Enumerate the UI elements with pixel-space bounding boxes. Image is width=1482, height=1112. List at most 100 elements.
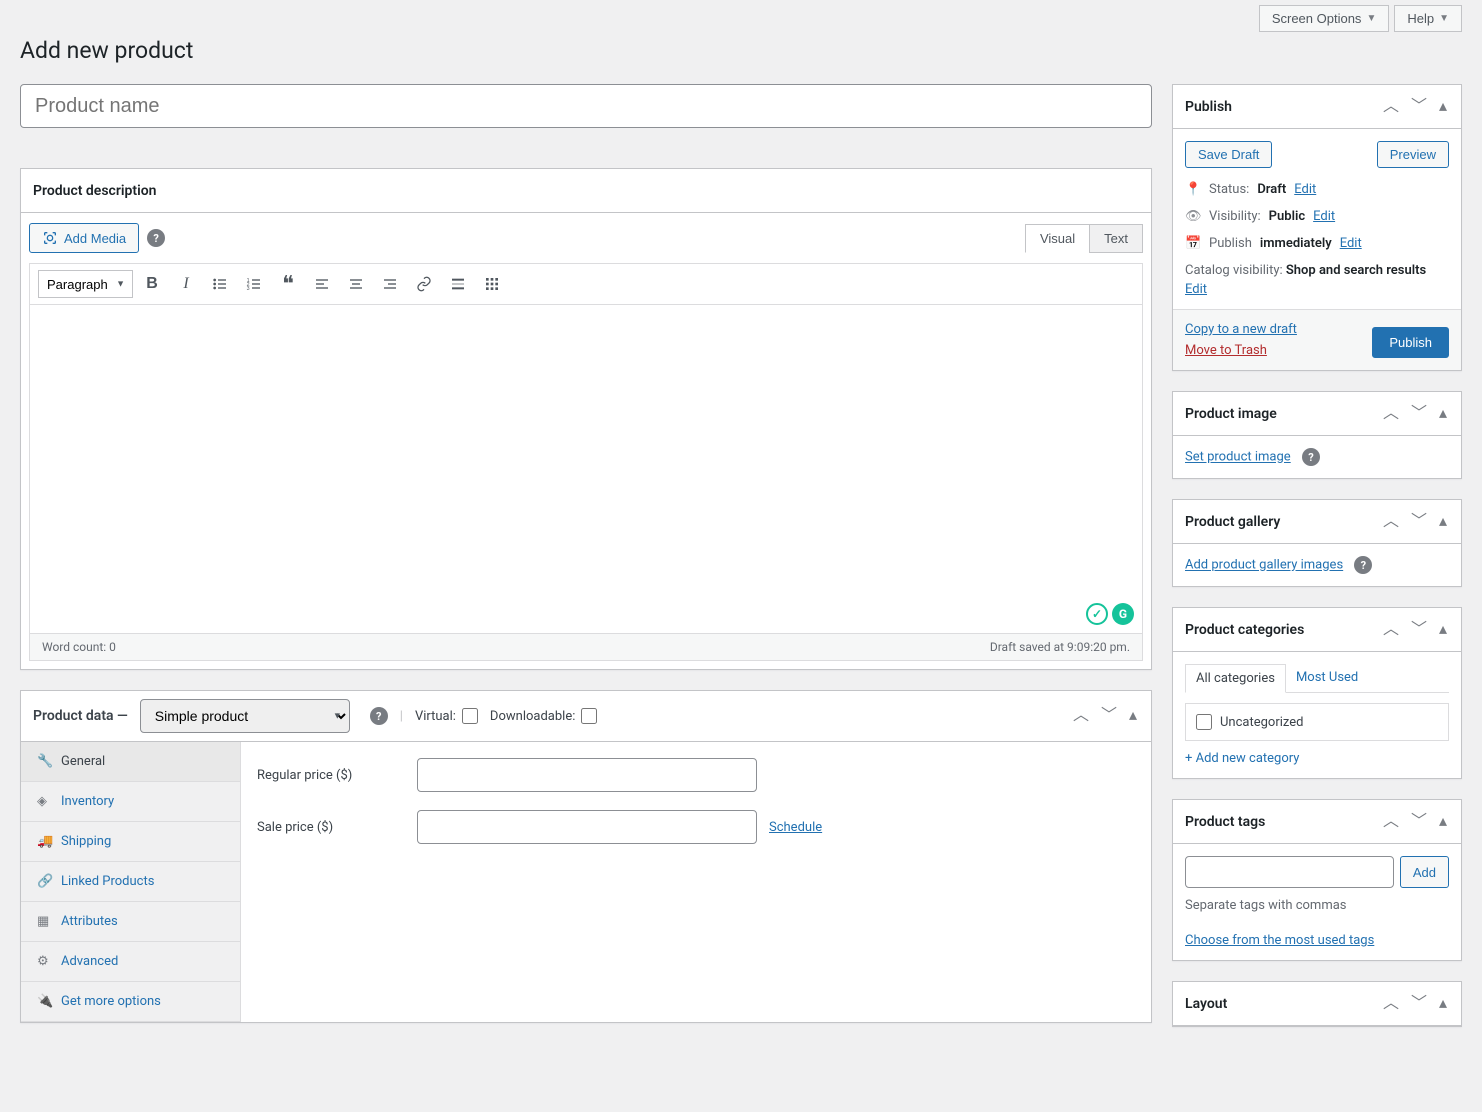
category-tab-all[interactable]: All categories [1185, 664, 1286, 693]
inventory-icon: ◈ [37, 794, 51, 809]
panel-up-button[interactable]: ︿ [1381, 404, 1401, 424]
editor-tab-text[interactable]: Text [1089, 224, 1143, 253]
draft-saved-text: Draft saved at 9:09:20 pm. [990, 640, 1130, 654]
choose-used-tags-link[interactable]: Choose from the most used tags [1185, 933, 1374, 948]
pd-tab-inventory[interactable]: ◈Inventory [21, 782, 240, 822]
schedule-link[interactable]: Schedule [769, 820, 822, 835]
downloadable-checkbox[interactable] [581, 708, 597, 724]
link-icon [416, 276, 432, 292]
virtual-checkbox-label[interactable]: Virtual: [415, 708, 478, 724]
bold-button[interactable]: B [137, 270, 167, 298]
panel-up-button[interactable]: ︿ [1381, 812, 1401, 832]
edit-publish-date-link[interactable]: Edit [1340, 236, 1362, 251]
layout-title: Layout [1185, 996, 1227, 1012]
align-left-button[interactable] [307, 270, 337, 298]
copy-draft-link[interactable]: Copy to a new draft [1185, 322, 1297, 337]
category-tab-most-used[interactable]: Most Used [1286, 664, 1368, 692]
panel-toggle-button[interactable]: ▴ [1437, 97, 1449, 117]
panel-toggle-button[interactable]: ▴ [1437, 404, 1449, 424]
help-icon[interactable]: ? [1302, 448, 1320, 466]
panel-up-button[interactable]: ︿ [1071, 706, 1091, 726]
panel-down-button[interactable]: ﹀ [1409, 97, 1429, 117]
align-right-button[interactable] [375, 270, 405, 298]
screen-options-button[interactable]: Screen Options▼ [1259, 5, 1390, 32]
italic-button[interactable]: I [171, 270, 201, 298]
editor-toolbar: Paragraph B I 123 ❝ [29, 263, 1143, 304]
link-icon: 🔗 [37, 874, 51, 889]
panel-toggle-button[interactable]: ▴ [1437, 620, 1449, 640]
edit-status-link[interactable]: Edit [1294, 182, 1316, 197]
panel-down-button[interactable]: ﹀ [1409, 512, 1429, 532]
align-center-button[interactable] [341, 270, 371, 298]
caret-down-icon: ▼ [1366, 13, 1376, 24]
word-count: Word count: 0 [42, 640, 116, 654]
help-button[interactable]: Help▼ [1394, 5, 1462, 32]
add-tag-button[interactable]: Add [1400, 856, 1449, 888]
numbered-list-button[interactable]: 123 [239, 270, 269, 298]
set-product-image-link[interactable]: Set product image [1185, 450, 1291, 465]
edit-visibility-link[interactable]: Edit [1313, 209, 1335, 224]
save-draft-button[interactable]: Save Draft [1185, 141, 1272, 168]
sale-price-input[interactable] [417, 810, 757, 844]
pd-tab-linked[interactable]: 🔗Linked Products [21, 862, 240, 902]
product-name-input[interactable] [20, 84, 1152, 128]
move-to-trash-link[interactable]: Move to Trash [1185, 343, 1297, 358]
editor-tab-visual[interactable]: Visual [1025, 224, 1090, 253]
link-button[interactable] [409, 270, 439, 298]
blockquote-button[interactable]: ❝ [273, 270, 303, 298]
plugin-icon: 🔌 [37, 994, 51, 1009]
add-media-button[interactable]: Add Media [29, 223, 139, 253]
pin-icon: 📍 [1185, 182, 1201, 197]
panel-down-button[interactable]: ﹀ [1409, 994, 1429, 1014]
panel-toggle-button[interactable]: ▴ [1127, 706, 1139, 726]
read-more-button[interactable] [443, 270, 473, 298]
help-icon[interactable]: ? [370, 707, 388, 725]
add-new-category-link[interactable]: + Add new category [1185, 751, 1299, 766]
help-label: Help [1407, 11, 1434, 26]
panel-down-button[interactable]: ﹀ [1409, 404, 1429, 424]
toolbar-toggle-button[interactable] [477, 270, 507, 298]
bullet-list-button[interactable] [205, 270, 235, 298]
tag-input[interactable] [1185, 856, 1394, 888]
add-gallery-images-link[interactable]: Add product gallery images [1185, 558, 1343, 573]
panel-up-button[interactable]: ︿ [1381, 512, 1401, 532]
numbered-list-icon: 123 [246, 276, 262, 292]
panel-toggle-button[interactable]: ▴ [1437, 994, 1449, 1014]
product-type-select[interactable]: Simple product [140, 699, 350, 733]
panel-up-button[interactable]: ︿ [1381, 994, 1401, 1014]
pd-tab-advanced[interactable]: ⚙Advanced [21, 942, 240, 982]
calendar-icon: 📅 [1185, 236, 1201, 251]
publish-button[interactable]: Publish [1372, 327, 1449, 358]
regular-price-input[interactable] [417, 758, 757, 792]
pd-tab-more[interactable]: 🔌Get more options [21, 982, 240, 1022]
panel-toggle-button[interactable]: ▴ [1437, 812, 1449, 832]
help-icon[interactable]: ? [1354, 556, 1372, 574]
editor-textarea[interactable]: ✓ G [29, 304, 1143, 634]
product-tags-title: Product tags [1185, 814, 1265, 830]
page-title: Add new product [20, 37, 1462, 64]
format-select[interactable]: Paragraph [38, 270, 133, 298]
edit-catalog-link[interactable]: Edit [1185, 282, 1207, 297]
pd-tab-attributes[interactable]: ▦Attributes [21, 902, 240, 942]
grammarly-icon[interactable]: G [1112, 603, 1134, 625]
panel-up-button[interactable]: ︿ [1381, 97, 1401, 117]
pd-tab-general[interactable]: 🔧General [21, 742, 240, 782]
help-icon[interactable]: ? [147, 229, 165, 247]
virtual-checkbox[interactable] [462, 708, 478, 724]
preview-button[interactable]: Preview [1377, 141, 1449, 168]
panel-toggle-button[interactable]: ▴ [1437, 512, 1449, 532]
align-center-icon [348, 276, 364, 292]
grammarly-shield-icon[interactable]: ✓ [1086, 603, 1108, 625]
panel-up-button[interactable]: ︿ [1381, 620, 1401, 640]
pd-tab-shipping[interactable]: 🚚Shipping [21, 822, 240, 862]
category-item-uncategorized[interactable]: Uncategorized [1196, 714, 1438, 730]
toolbar-toggle-icon [484, 276, 500, 292]
panel-down-button[interactable]: ﹀ [1409, 812, 1429, 832]
product-data-panel: Product data — Simple product ? | Virtua… [20, 690, 1152, 1023]
svg-text:3: 3 [247, 286, 250, 292]
downloadable-checkbox-label[interactable]: Downloadable: [490, 708, 597, 724]
product-categories-title: Product categories [1185, 622, 1304, 638]
category-checkbox-uncategorized[interactable] [1196, 714, 1212, 730]
panel-down-button[interactable]: ﹀ [1099, 706, 1119, 726]
panel-down-button[interactable]: ﹀ [1409, 620, 1429, 640]
